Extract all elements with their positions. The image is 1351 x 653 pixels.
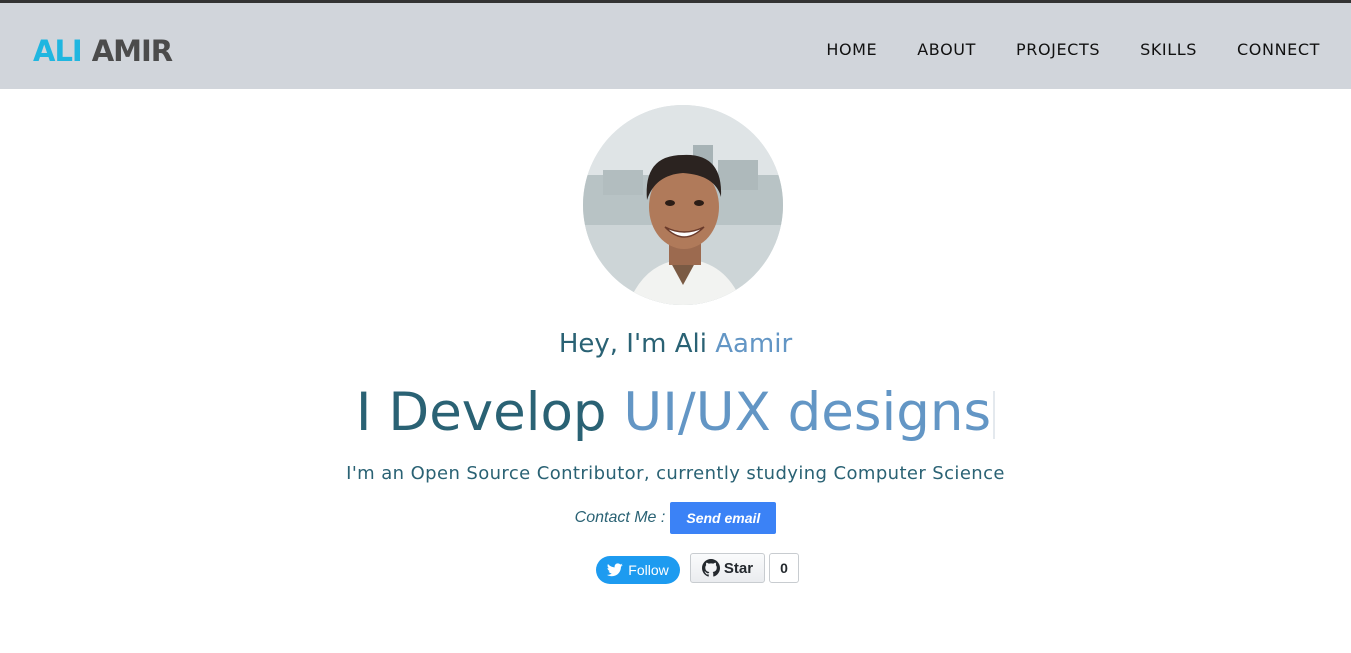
github-star-count[interactable]: 0 [769,553,799,583]
headline: I Develop UI/UX designs [0,380,1351,446]
twitter-follow-button[interactable]: Follow [596,556,680,584]
navbar: ALI AMIR HOME ABOUT PROJECTS SKILLS CONNE… [0,3,1351,89]
greeting-prefix: Hey, I'm Ali [558,329,716,359]
nav-home[interactable]: HOME [826,40,877,59]
nav-skills[interactable]: SKILLS [1140,40,1197,59]
greeting-text: Hey, I'm Ali Aamir [0,329,1351,359]
brand-logo[interactable]: ALI AMIR [33,34,173,68]
contact-row: Contact Me : Send email [0,502,1351,534]
intro-subline: I'm an Open Source Contributor, currentl… [346,463,1005,484]
nav-menu: HOME ABOUT PROJECTS SKILLS CONNECT [786,6,1320,92]
github-star-label: Star [723,559,754,577]
twitter-follow-label: Follow [628,562,669,578]
greeting-highlight: Aamir [715,329,793,359]
contact-label: Contact Me : [574,509,666,526]
twitter-bird-icon [607,563,623,577]
profile-avatar [583,105,783,305]
headline-typed-text: UI/UX designs [623,382,992,443]
github-star-button[interactable]: Star [690,553,765,583]
brand-first-name: ALI [33,34,83,68]
nav-about[interactable]: ABOUT [917,40,976,59]
brand-last-name: AMIR [91,34,173,68]
send-email-button[interactable]: Send email [670,502,777,534]
typing-cursor [993,391,996,440]
nav-projects[interactable]: PROJECTS [1016,40,1100,59]
github-octocat-icon [701,559,720,577]
profile-photo [583,105,783,305]
headline-prefix: I Develop [355,382,624,443]
nav-connect[interactable]: CONNECT [1237,40,1320,59]
